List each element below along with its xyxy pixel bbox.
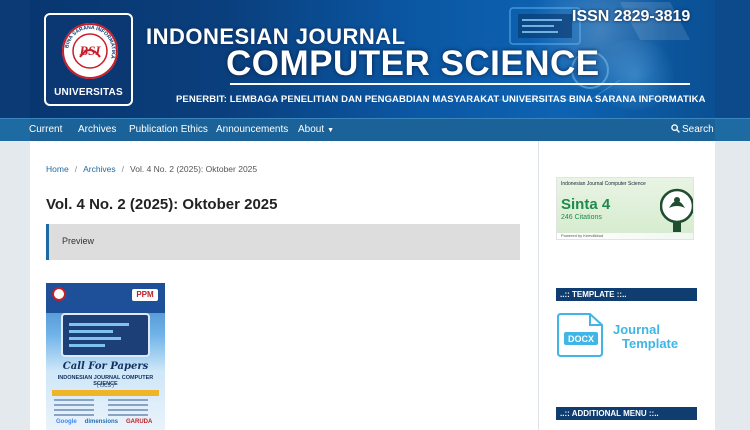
nav-current[interactable]: Current [29, 124, 62, 135]
site-header: BSI BINA SARANA INFORMATIKA UNIVERSITAS … [0, 0, 750, 118]
breadcrumb-separator: / [74, 164, 78, 174]
sinta-journal-name: Indonesian Journal Computer Science [561, 181, 646, 187]
cover-indexer-garuda: GARUDA [126, 419, 153, 425]
journal-template-link[interactable]: DOCX Journal Template [556, 313, 698, 359]
journal-title-line2: COMPUTER SCIENCE [226, 44, 600, 83]
issue-cover-image[interactable]: PPM Call For Papers INDONESIAN JOURNAL C… [46, 283, 165, 430]
cover-topic-list [54, 399, 106, 419]
title-underline [230, 83, 690, 85]
template-title-line2: Template [622, 336, 679, 351]
main-column: Home / Archives / Vol. 4 No. 2 (2025): Oktob… [46, 141, 520, 430]
breadcrumb-current: Vol. 4 No. 2 (2025): Oktober 2025 [130, 164, 258, 174]
preview-label: Preview [62, 236, 95, 246]
sinta-garuda-icon [660, 188, 693, 232]
nav-announcements[interactable]: Announcements [216, 124, 288, 135]
cover-ppm-logo: PPM [132, 289, 158, 301]
breadcrumb-separator: / [121, 164, 125, 174]
header-edge-left [0, 0, 30, 118]
header-edge-right [715, 0, 750, 118]
cover-indexer-logos: Google dimensions GARUDA [56, 419, 160, 425]
breadcrumb-home[interactable]: Home [46, 164, 69, 174]
publisher-text: PENERBIT: LEMBAGA PENELITIAN DAN PENGABD… [176, 94, 706, 105]
svg-text:BSI: BSI [79, 43, 102, 58]
cover-abbrev: ( IJCS ) [97, 383, 114, 389]
breadcrumb: Home / Archives / Vol. 4 No. 2 (2025): Oktob… [46, 164, 257, 174]
university-logo[interactable]: BSI BINA SARANA INFORMATIKA UNIVERSITAS [44, 13, 133, 106]
search-icon [671, 124, 680, 133]
sidebar-heading-additional-menu: ..:: ADDITIONAL MENU ::.. [556, 407, 697, 420]
nav-publication-ethics[interactable]: Publication Ethics [129, 124, 208, 135]
sinta-powered-by: Powered by Kemdikbud [561, 233, 604, 238]
nav-archives[interactable]: Archives [78, 124, 116, 135]
sidebar-divider [538, 141, 539, 430]
search-label: Search [682, 124, 714, 135]
page-title: Vol. 4 No. 2 (2025): Oktober 2025 [46, 196, 278, 213]
cover-indexer-dimensions: dimensions [84, 419, 119, 425]
issn-label: ISSN 2829-3819 [572, 8, 691, 25]
template-title-line1: Journal [613, 322, 660, 337]
cover-topic-list [108, 399, 160, 419]
preview-notice: Preview [46, 224, 520, 260]
logo-caption: UNIVERSITAS [54, 87, 123, 98]
svg-text:DOCX: DOCX [568, 334, 594, 344]
page-content: Home / Archives / Vol. 4 No. 2 (2025): Oktob… [30, 141, 715, 430]
caret-down-icon: ▼ [327, 127, 335, 134]
sinta-badge[interactable]: Indonesian Journal Computer Science Sint… [556, 177, 694, 240]
sinta-rank: Sinta 4 [561, 196, 611, 213]
breadcrumb-archives[interactable]: Archives [83, 164, 116, 174]
cover-volume-strip [52, 390, 159, 396]
cover-indexer-google: Google [56, 419, 77, 425]
sinta-citations: 246 Citations [561, 214, 602, 221]
nav-about-label: About [298, 124, 325, 135]
cover-logo-icon [52, 287, 66, 301]
primary-nav: Current Archives Publication Ethics Anno… [0, 118, 750, 142]
search-link[interactable]: Search [671, 124, 714, 135]
sidebar-heading-template: ..:: TEMPLATE ::.. [556, 288, 697, 301]
cover-call-for-papers: Call For Papers [62, 361, 149, 372]
nav-about[interactable]: About ▼ [298, 124, 334, 135]
bsi-emblem-icon: BSI BINA SARANA INFORMATIKA [62, 23, 118, 79]
cover-monitor-illustration [61, 313, 150, 357]
docx-file-icon: DOCX [557, 313, 603, 357]
